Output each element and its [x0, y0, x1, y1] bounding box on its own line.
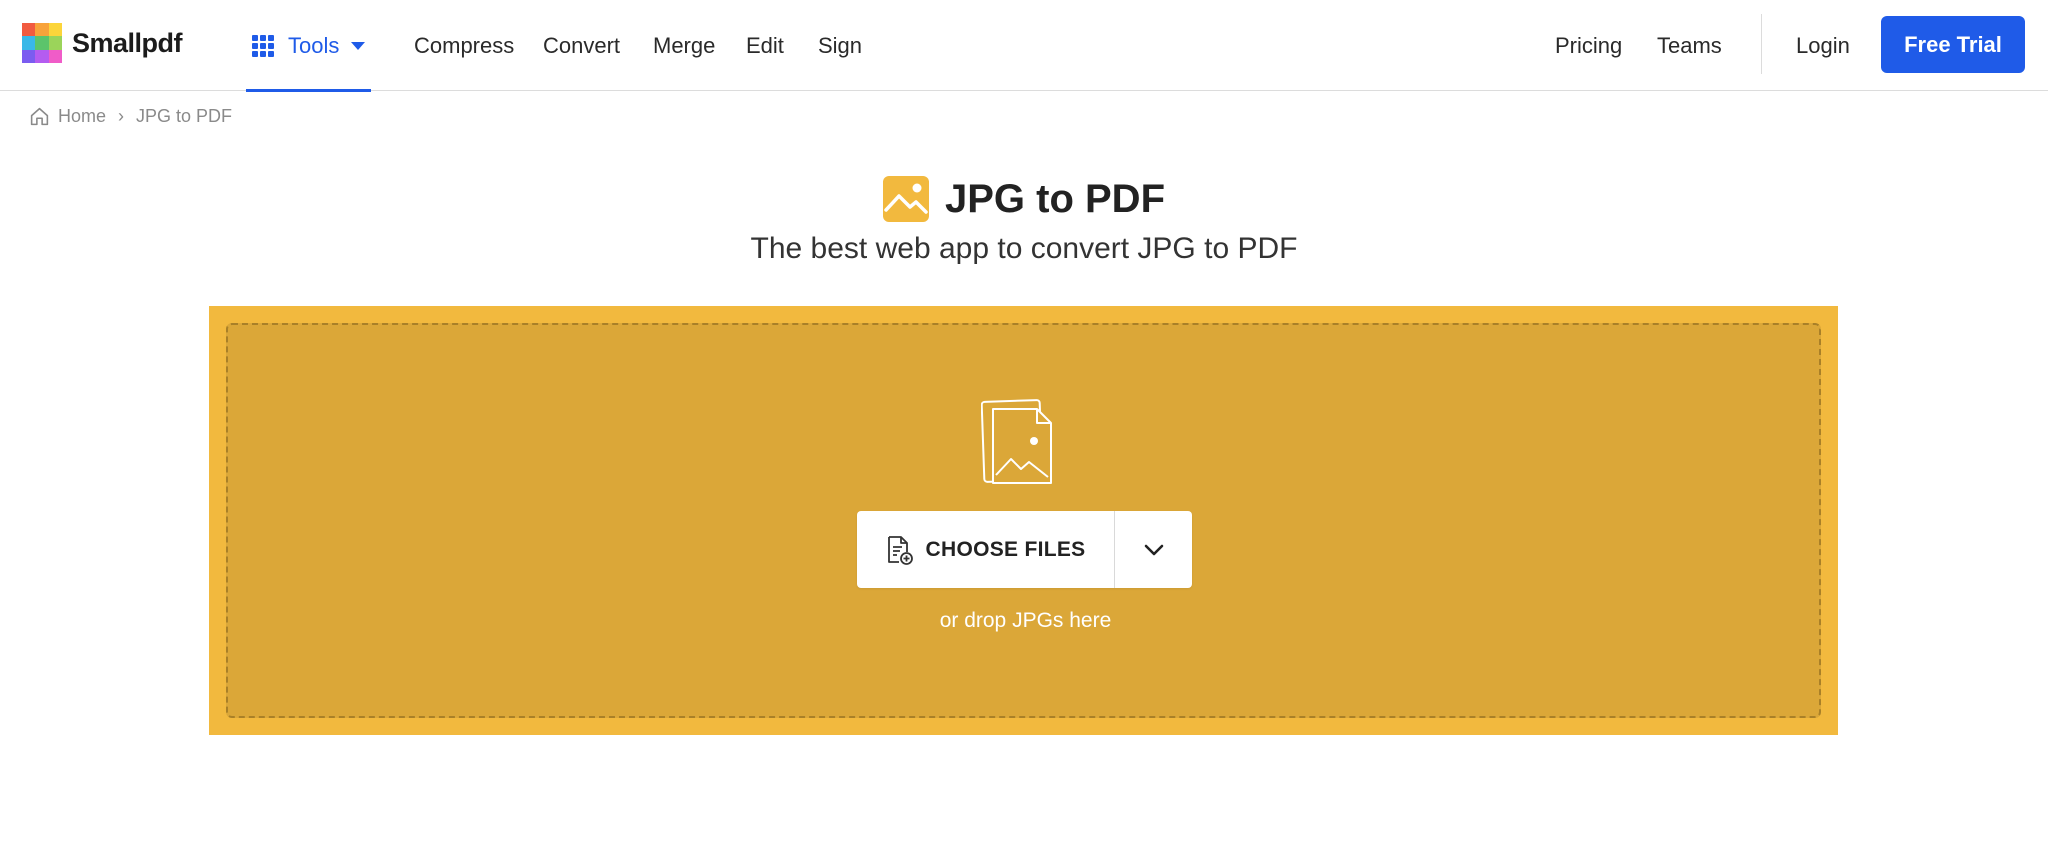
drop-hint: or drop JPGs here: [939, 609, 1112, 632]
nav-merge[interactable]: Merge: [653, 0, 715, 91]
nav-compress[interactable]: Compress: [414, 0, 514, 91]
smallpdf-logo[interactable]: Smallpdf: [22, 23, 183, 63]
image-file-icon: [882, 176, 929, 222]
source-dropdown-button[interactable]: [1115, 511, 1192, 588]
tools-menu-button[interactable]: Tools: [246, 0, 371, 92]
login-link-text[interactable]: Login: [1796, 33, 1850, 59]
login-link[interactable]: Login: [1796, 0, 1850, 91]
page-title: JPG to PDF: [944, 176, 1166, 221]
file-drop-area[interactable]: CHOOSE FILES or drop JPGs here: [226, 323, 1821, 718]
page-title-row: JPG to PDF: [0, 176, 2048, 222]
logo-mark-icon: [22, 23, 62, 63]
tools-label: Tools: [288, 32, 340, 58]
top-header: Smallpdf Tools Compress Convert Merge Ed…: [0, 0, 2048, 92]
breadcrumb-current: JPG to PDF: [136, 106, 233, 126]
nav-link-pricing[interactable]: Pricing: [1555, 33, 1622, 59]
nav-link-sign[interactable]: Sign: [818, 33, 862, 59]
nav-sign[interactable]: Sign: [818, 0, 862, 91]
nav-link-compress[interactable]: Compress: [414, 33, 514, 59]
header-divider: [1761, 14, 1762, 74]
caret-down-icon: [351, 41, 366, 50]
breadcrumb-separator: ›: [118, 106, 125, 126]
files-stack-icon: [981, 399, 1052, 484]
add-file-icon: [887, 535, 913, 565]
choose-files-control: CHOOSE FILES: [857, 511, 1192, 588]
nav-teams[interactable]: Teams: [1657, 0, 1722, 91]
nav-convert[interactable]: Convert: [543, 0, 620, 91]
nav-link-merge[interactable]: Merge: [653, 33, 715, 59]
page-subtitle: The best web app to convert JPG to PDF: [750, 232, 1298, 265]
nav-pricing[interactable]: Pricing: [1555, 0, 1622, 91]
choose-files-button[interactable]: CHOOSE FILES: [857, 511, 1115, 588]
chevron-down-icon: [1144, 544, 1163, 555]
logo-text: Smallpdf: [72, 27, 183, 58]
breadcrumb-home[interactable]: Home: [58, 106, 106, 127]
apps-grid-icon: [252, 34, 274, 57]
free-trial-button[interactable]: Free Trial: [1881, 16, 2025, 73]
nav-link-teams[interactable]: Teams: [1657, 33, 1722, 59]
choose-files-label: CHOOSE FILES: [925, 537, 1086, 561]
nav-edit[interactable]: Edit: [746, 0, 784, 91]
nav-link-convert[interactable]: Convert: [543, 33, 620, 59]
breadcrumb: Home › JPG to PDF: [29, 106, 232, 127]
nav-link-edit[interactable]: Edit: [746, 33, 784, 59]
file-drop-zone[interactable]: CHOOSE FILES or drop JPGs here: [209, 306, 1838, 735]
home-icon[interactable]: [29, 106, 50, 127]
